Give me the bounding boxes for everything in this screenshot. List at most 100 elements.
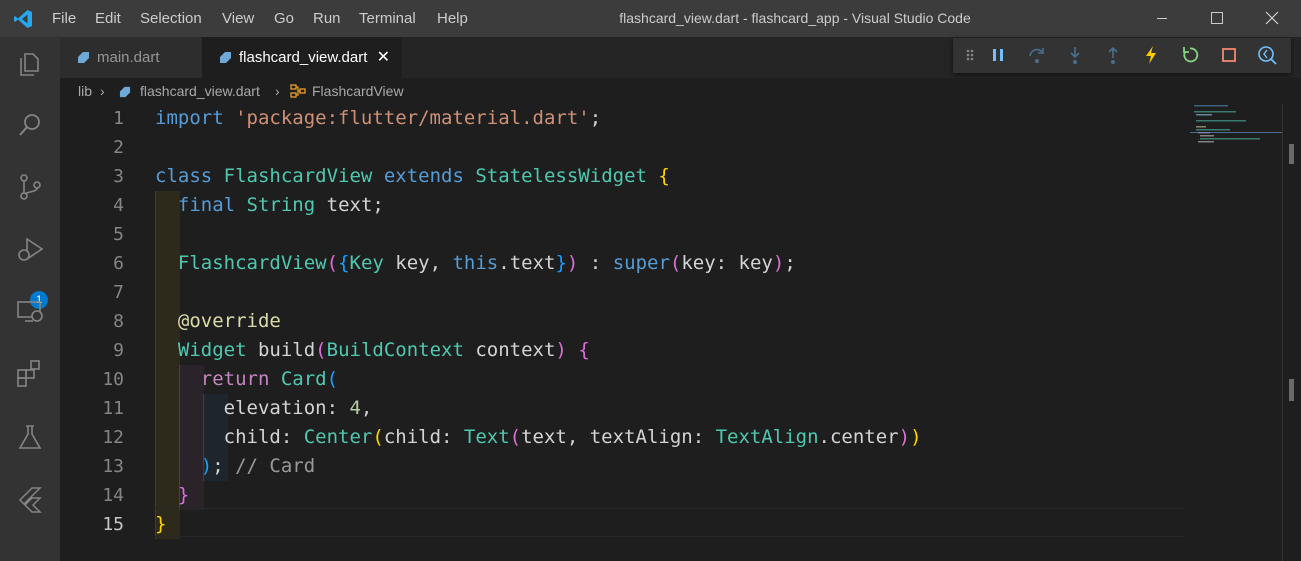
menu-go[interactable]: Go bbox=[274, 0, 294, 37]
vscode-logo-icon bbox=[14, 10, 32, 28]
code-token: 'package:flutter/material.dart' bbox=[235, 107, 590, 129]
step-out-icon[interactable] bbox=[1102, 44, 1124, 66]
code-token: elevation: bbox=[155, 397, 350, 419]
line-number: 2 bbox=[113, 137, 124, 158]
run-debug-icon[interactable] bbox=[15, 234, 45, 264]
code-token: return bbox=[200, 368, 270, 390]
step-into-icon[interactable] bbox=[1064, 44, 1086, 66]
pause-icon[interactable] bbox=[987, 44, 1009, 66]
menu-edit[interactable]: Edit bbox=[95, 0, 121, 37]
code-token: import bbox=[155, 107, 224, 129]
line-number: 9 bbox=[113, 340, 124, 361]
breadcrumb-symbol[interactable]: FlashcardView bbox=[312, 83, 404, 99]
code-token: final bbox=[177, 194, 236, 216]
code-token: : bbox=[578, 252, 613, 274]
line-number: 15 bbox=[102, 514, 124, 535]
hot-restart-icon[interactable] bbox=[1179, 44, 1201, 66]
flutter-icon[interactable] bbox=[15, 484, 45, 514]
code-token: ( bbox=[326, 252, 339, 274]
tab-label: flashcard_view.dart bbox=[239, 49, 368, 66]
class-symbol-icon bbox=[290, 84, 306, 98]
drag-handle-icon[interactable] bbox=[959, 44, 981, 66]
devtools-icon[interactable] bbox=[1256, 44, 1278, 66]
code-token: ( bbox=[372, 426, 384, 448]
line-number: 6 bbox=[113, 253, 124, 274]
code-token: Text bbox=[463, 426, 510, 448]
code-token: this bbox=[452, 252, 499, 274]
debug-toolbar bbox=[953, 38, 1291, 73]
code-token: // Card bbox=[235, 455, 316, 477]
menu-selection[interactable]: Selection bbox=[140, 0, 202, 37]
code-token: ) bbox=[898, 426, 911, 448]
maximize-icon[interactable] bbox=[1193, 0, 1241, 37]
code-token: build bbox=[246, 339, 316, 361]
code-token: { bbox=[338, 252, 350, 274]
code-editor[interactable]: 1 2 3 4 5 6 7 8 9 10 11 12 13 14 15 import 'package:fl… bbox=[60, 104, 1282, 561]
remote-explorer-icon[interactable] bbox=[15, 296, 45, 326]
code-token: { bbox=[658, 165, 670, 187]
search-icon[interactable] bbox=[15, 110, 45, 140]
minimize-icon[interactable] bbox=[1138, 0, 1186, 37]
code-token: ; bbox=[589, 107, 602, 129]
code-token: child: bbox=[383, 426, 464, 448]
code-token: } bbox=[177, 484, 190, 506]
code-token: , bbox=[360, 397, 373, 419]
scrollbar-thumb[interactable] bbox=[1289, 144, 1294, 164]
minimap[interactable] bbox=[1190, 104, 1282, 144]
breadcrumb-folder[interactable]: lib bbox=[78, 83, 92, 99]
code-token: String bbox=[246, 194, 316, 216]
code-token: super bbox=[612, 252, 670, 274]
line-number: 14 bbox=[102, 485, 124, 506]
close-window-icon[interactable] bbox=[1248, 0, 1296, 37]
tab-main-dart[interactable]: main.dart bbox=[60, 37, 202, 78]
code-token: Widget bbox=[177, 339, 247, 361]
scrollbar-marker bbox=[1289, 379, 1294, 401]
testing-icon[interactable] bbox=[15, 422, 45, 452]
code-token: 4 bbox=[349, 397, 361, 419]
menu-help[interactable]: Help bbox=[437, 0, 468, 37]
dart-file-icon bbox=[78, 52, 89, 63]
menu-terminal[interactable]: Terminal bbox=[359, 0, 416, 37]
menu-file[interactable]: File bbox=[52, 0, 76, 37]
code-line: elevation: 4, bbox=[155, 394, 373, 423]
menu-view[interactable]: View bbox=[222, 0, 254, 37]
menu-run[interactable]: Run bbox=[313, 0, 341, 37]
tab-flashcard-view-dart[interactable]: flashcard_view.dart ✕ bbox=[202, 37, 402, 78]
explorer-icon[interactable] bbox=[15, 48, 45, 78]
extensions-icon[interactable] bbox=[15, 358, 45, 388]
step-over-icon[interactable] bbox=[1026, 44, 1048, 66]
code-token: key: key bbox=[681, 252, 773, 274]
code-token: ; bbox=[212, 455, 236, 477]
code-token: .center bbox=[818, 426, 899, 448]
code-token: ) bbox=[555, 339, 567, 361]
breadcrumb-file[interactable]: flashcard_view.dart bbox=[140, 83, 260, 99]
vertical-scrollbar[interactable] bbox=[1282, 104, 1301, 561]
code-token: text; bbox=[315, 194, 384, 216]
breadcrumb-separator-icon: › bbox=[100, 83, 105, 99]
stop-icon[interactable] bbox=[1218, 44, 1240, 66]
close-tab-icon[interactable]: ✕ bbox=[377, 37, 390, 78]
hot-reload-icon[interactable] bbox=[1140, 44, 1162, 66]
code-token: context bbox=[463, 339, 556, 361]
code-token: key, bbox=[383, 252, 453, 274]
breadcrumb: lib › flashcard_view.dart › FlashcardVie… bbox=[60, 78, 1301, 104]
source-control-icon[interactable] bbox=[15, 172, 45, 202]
code-line: import 'package:flutter/material.dart'; bbox=[155, 104, 601, 133]
code-token: ( bbox=[669, 252, 682, 274]
code-token: { bbox=[578, 339, 590, 361]
dart-file-icon bbox=[119, 86, 131, 98]
